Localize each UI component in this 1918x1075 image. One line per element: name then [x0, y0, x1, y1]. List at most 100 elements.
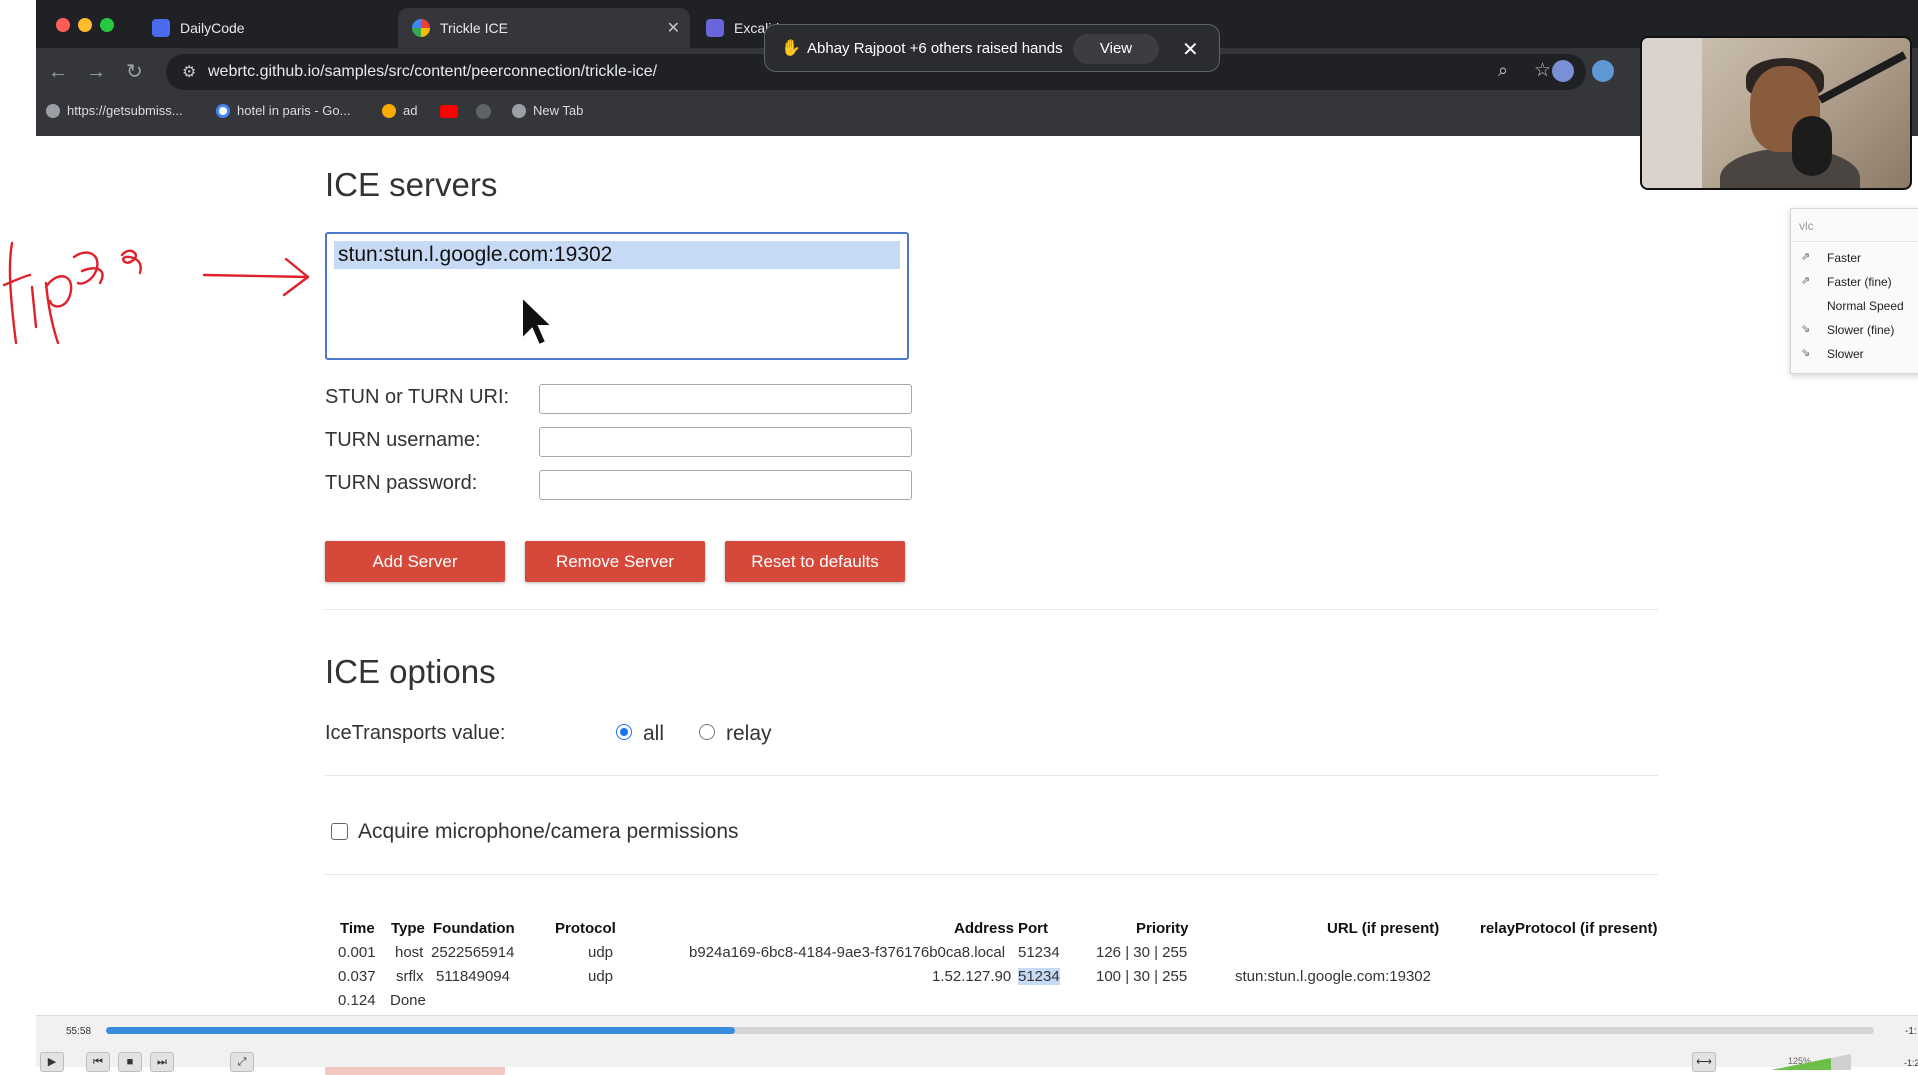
faster-icon: ⇗: [1801, 251, 1811, 263]
play-icon[interactable]: ▶: [40, 1052, 64, 1072]
forward-icon[interactable]: →: [86, 60, 106, 84]
youtube-icon[interactable]: [440, 105, 458, 118]
cell-type: srflx: [396, 968, 424, 985]
slower-fine-icon: ⇘: [1801, 323, 1811, 335]
microphone-icon: [1792, 116, 1832, 176]
remove-server-button[interactable]: Remove Server: [525, 541, 705, 582]
tab-label: DailyCode: [180, 20, 245, 36]
close-icon[interactable]: ✕: [1182, 37, 1199, 62]
bookmark-star-icon[interactable]: ☆: [1534, 59, 1551, 82]
raised-hands-notification: ✋ Abhay Rajpoot +6 others raised hands V…: [764, 24, 1220, 72]
bookmark-item[interactable]: hotel in paris - Go...: [216, 103, 350, 118]
cell-foundation: 511849094: [436, 968, 510, 985]
tab-label: Trickle ICE: [440, 20, 508, 36]
remaining-time: -1:: [1905, 1026, 1917, 1037]
server-list-item[interactable]: stun:stun.l.google.com:19302: [334, 241, 900, 269]
skip-back-icon[interactable]: ⏮: [86, 1052, 110, 1072]
col-header: Address: [954, 920, 1015, 937]
turn-username-input[interactable]: [539, 427, 912, 457]
reset-defaults-button[interactable]: Reset to defaults: [725, 541, 905, 582]
cell-url: stun:stun.l.google.com:19302: [1235, 968, 1431, 985]
close-tab-icon[interactable]: ✕: [667, 18, 680, 38]
stop-icon[interactable]: ■: [118, 1052, 142, 1072]
seek-bar[interactable]: [106, 1027, 1874, 1034]
cell-time: 0.001: [338, 944, 376, 961]
cell-port: 51234: [1018, 968, 1060, 985]
cell-time: 0.037: [338, 968, 376, 985]
cell-protocol: udp: [588, 968, 614, 985]
webrtc-favicon-icon: [412, 19, 430, 37]
ice-servers-heading: ICE servers: [325, 166, 498, 203]
skip-forward-icon[interactable]: ⏭: [150, 1052, 174, 1072]
raised-hand-icon: ✋: [781, 40, 801, 57]
username-label: TURN username:: [325, 429, 481, 451]
col-header: Protocol: [555, 920, 616, 937]
minimize-window-icon[interactable]: [78, 18, 92, 32]
cell-address: b924a169-6bc8-4184-9ae3-f376176b0ca8.loc…: [689, 944, 1006, 961]
speed-slower[interactable]: ⇘ Slower: [1791, 343, 1918, 365]
cell-port: 51234: [1018, 944, 1060, 961]
add-server-button[interactable]: Add Server: [325, 541, 505, 582]
excalidraw-favicon-icon: [706, 19, 724, 37]
divider: [325, 775, 1658, 776]
col-header: Port: [1018, 920, 1048, 937]
speed-slower-fine[interactable]: ⇘ Slower (fine): [1791, 319, 1918, 341]
acquire-permissions-label: Acquire microphone/camera permissions: [358, 820, 739, 843]
radio-relay[interactable]: [699, 724, 715, 740]
maximize-window-icon[interactable]: [100, 18, 114, 32]
bookmark-item[interactable]: New Tab: [512, 103, 583, 118]
fullscreen-icon[interactable]: ⤢: [230, 1052, 254, 1072]
speed-faster-fine[interactable]: ⇗ Faster (fine): [1791, 271, 1918, 293]
site-info-icon[interactable]: ⚙: [182, 62, 196, 82]
ice-servers-list[interactable]: stun:stun.l.google.com:19302: [325, 232, 909, 360]
faster-fine-icon: ⇗: [1801, 275, 1811, 287]
cell-priority: 100 | 30 | 255: [1096, 968, 1188, 985]
tab-dailycode[interactable]: DailyCode ✕: [138, 8, 428, 48]
radio-all[interactable]: [616, 724, 632, 740]
dailycode-favicon-icon: [152, 19, 170, 37]
cell-done: Done: [390, 992, 426, 1009]
url-text: webrtc.github.io/samples/src/content/pee…: [208, 63, 658, 80]
radio-relay-label: relay: [726, 722, 772, 745]
volume-slider[interactable]: [1771, 1054, 1851, 1070]
col-header: Type: [391, 920, 425, 937]
tab-trickle-ice[interactable]: Trickle ICE ✕: [398, 8, 690, 48]
globe-icon: [46, 103, 60, 118]
view-button[interactable]: View: [1073, 34, 1159, 64]
slower-icon: ⇘: [1801, 347, 1811, 359]
zoom-icon[interactable]: ⌕: [1498, 60, 1508, 81]
divider: [325, 609, 1658, 610]
speed-faster[interactable]: ⇗ Faster: [1791, 247, 1918, 269]
stun-turn-uri-input[interactable]: [539, 384, 912, 414]
reload-icon[interactable]: ↻: [126, 60, 143, 84]
bookmark-item[interactable]: ad: [382, 103, 417, 118]
ice-transports-label: IceTransports value:: [325, 722, 506, 744]
aspect-ratio-icon[interactable]: ⟷: [1692, 1052, 1716, 1072]
divider: [325, 874, 1658, 875]
current-time: 55:58: [66, 1026, 92, 1037]
menu-header: vlc: [1799, 219, 1814, 233]
playback-speed-menu: vlc ⇗ Faster ⇗ Faster (fine) Normal Spee…: [1790, 208, 1918, 374]
settings-icon[interactable]: [476, 104, 491, 119]
acquire-permissions-checkbox[interactable]: [331, 823, 348, 840]
google-icon: [216, 103, 230, 118]
extension-icon[interactable]: [1552, 60, 1574, 82]
cell-time: 0.124: [338, 992, 376, 1009]
cell-protocol: udp: [588, 944, 614, 961]
ice-options-heading: ICE options: [325, 653, 496, 690]
radio-all-label: all: [643, 722, 665, 745]
col-header: Time: [340, 920, 375, 937]
password-label: TURN password:: [325, 472, 478, 494]
back-icon[interactable]: ←: [48, 60, 68, 84]
speed-normal[interactable]: Normal Speed: [1791, 295, 1918, 317]
bookmark-item[interactable]: https://getsubmiss...: [46, 103, 183, 118]
video-player-controls: 55:58 -1: ▶ ⏮ ■ ⏭ ⤢ ⟷ 125% -1:29:00/2:: [36, 1015, 1918, 1072]
mouse-cursor-icon: [521, 295, 554, 347]
bookmarks-bar: https://getsubmiss... hotel in paris - G…: [36, 98, 1918, 128]
extension-icon[interactable]: [1592, 60, 1614, 82]
close-window-icon[interactable]: [56, 18, 70, 32]
cell-priority: 126 | 30 | 255: [1096, 944, 1188, 961]
turn-password-input[interactable]: [539, 470, 912, 500]
notification-message: Abhay Rajpoot +6 others raised hands: [807, 40, 1063, 57]
handwritten-annotation: [2, 241, 310, 345]
